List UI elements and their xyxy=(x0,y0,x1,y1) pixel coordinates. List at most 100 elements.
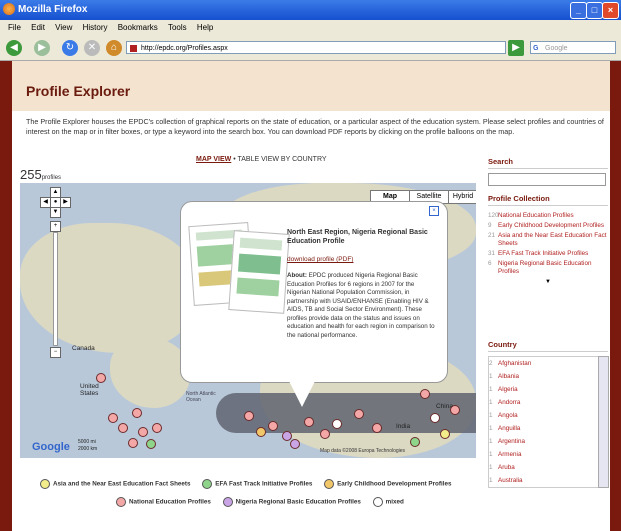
profile-pin[interactable] xyxy=(420,389,430,399)
country-item[interactable]: 1 Algeria xyxy=(489,383,599,396)
popup-close-icon[interactable]: × xyxy=(429,206,439,216)
maximize-icon[interactable]: □ xyxy=(586,2,603,19)
sidebar-search-input[interactable] xyxy=(488,173,606,186)
profile-pin[interactable] xyxy=(290,439,300,449)
legend-balloon-icon xyxy=(222,497,233,507)
map-legend: Asia and the Near East Education Fact Sh… xyxy=(26,479,610,519)
pan-right-icon[interactable]: ▶ xyxy=(60,197,71,208)
profile-pin[interactable] xyxy=(152,423,162,433)
profile-pin[interactable] xyxy=(268,421,278,431)
profile-pin[interactable] xyxy=(96,373,106,383)
window-title: Mozilla Firefox xyxy=(18,4,88,15)
url-bar[interactable]: http://epdc.org/Profiles.aspx xyxy=(126,41,506,54)
profile-pin[interactable] xyxy=(410,437,420,447)
tab-map-view[interactable]: MAP VIEW xyxy=(196,156,231,163)
country-list[interactable]: 2 Afghanistan 1 Albania 1 Algeria 1 Andorra … xyxy=(488,356,600,488)
scale-miles: 5000 mi xyxy=(78,439,96,445)
profile-pin[interactable] xyxy=(332,419,342,429)
stop-icon[interactable]: ✕ xyxy=(84,40,100,56)
country-item[interactable]: 1 Aruba xyxy=(489,461,599,474)
country-item[interactable]: 1 Andorra xyxy=(489,396,599,409)
country-scrollbar[interactable] xyxy=(598,356,609,488)
collection-item[interactable]: 31 EFA Fast Track Initiative Profiles xyxy=(488,250,608,258)
country-item[interactable]: 1 Argentina xyxy=(489,435,599,448)
legend-balloon-icon xyxy=(116,497,126,507)
download-profile-link[interactable]: download profile (PDF) xyxy=(287,256,353,263)
menu-edit[interactable]: Edit xyxy=(31,23,45,32)
profile-pin[interactable] xyxy=(118,423,128,433)
forward-icon[interactable]: ▶ xyxy=(34,40,50,56)
collection-list: 120 National Education Profiles 9 Early Ch… xyxy=(488,212,608,286)
popup-about: About: EPDC produced Nigeria Regional Ba… xyxy=(287,272,437,340)
country-item[interactable]: 1 Angola xyxy=(489,409,599,422)
home-icon[interactable]: ⌂ xyxy=(106,40,122,56)
minimize-icon[interactable]: _ xyxy=(570,2,587,19)
legend-label: mixed xyxy=(385,498,404,506)
legend-item: National Education Profiles xyxy=(116,497,211,507)
profile-pin[interactable] xyxy=(128,438,138,448)
close-icon[interactable]: × xyxy=(602,2,619,19)
profile-pin[interactable] xyxy=(146,439,156,449)
country-count: 1 xyxy=(489,373,493,380)
tab-table-view[interactable]: TABLE VIEW BY COUNTRY xyxy=(237,156,326,163)
legend-balloon-icon xyxy=(372,497,383,507)
country-item[interactable]: 1 Anguilla xyxy=(489,422,599,435)
profile-pin[interactable] xyxy=(320,429,330,439)
country-count: 1 xyxy=(489,451,493,458)
menu-help[interactable]: Help xyxy=(197,23,213,32)
collection-label: Asia and the Near East Education Fact Sh… xyxy=(498,232,607,247)
profile-pin[interactable] xyxy=(354,409,364,419)
collection-item[interactable]: 9 Early Childhood Development Profiles xyxy=(488,222,608,230)
profile-pin[interactable] xyxy=(304,417,314,427)
scale-km: 2000 km xyxy=(78,446,98,452)
profile-pin[interactable] xyxy=(450,405,460,415)
country-count: 1 xyxy=(489,399,493,406)
profile-count-number: 255 xyxy=(20,167,42,182)
collection-count: 31 xyxy=(488,250,496,257)
reload-icon[interactable]: ↻ xyxy=(62,40,78,56)
collection-label: Early Childhood Development Profiles xyxy=(498,222,605,229)
page-title: Profile Explorer xyxy=(26,83,131,99)
zoom-out-icon[interactable]: − xyxy=(50,347,61,358)
country-item[interactable]: 2 Afghanistan xyxy=(489,357,599,370)
menu-bookmarks[interactable]: Bookmarks xyxy=(118,23,158,32)
profile-pin[interactable] xyxy=(244,411,254,421)
zoom-slider[interactable] xyxy=(53,232,58,346)
label-india: India xyxy=(396,423,411,430)
menu-history[interactable]: History xyxy=(83,23,108,32)
go-icon[interactable]: ▶ xyxy=(508,40,524,56)
profile-pin[interactable] xyxy=(138,427,148,437)
collection-item[interactable]: 120 National Education Profiles xyxy=(488,212,608,220)
profile-pin[interactable] xyxy=(430,413,440,423)
popup-title: North East Region, Nigeria Regional Basi… xyxy=(287,229,428,245)
search-heading: Search xyxy=(488,157,608,169)
intro-text: The Profile Explorer houses the EPDC's c… xyxy=(26,117,604,136)
collection-item[interactable]: 21 Asia and the Near East Education Fact … xyxy=(488,232,608,248)
map-scale: 5000 mi 2000 km xyxy=(78,439,97,453)
country-label: Afghanistan xyxy=(498,360,532,367)
country-count: 2 xyxy=(489,360,493,367)
profile-pin[interactable] xyxy=(372,423,382,433)
map-view[interactable]: Map Satellite Hybrid ▲ ◀ ● ▶ ▼ + − Canad… xyxy=(20,183,476,458)
collection-more-icon[interactable]: ▼ xyxy=(488,278,608,286)
country-item[interactable]: 1 Albania xyxy=(489,370,599,383)
legend-item: Nigeria Regional Basic Education Profile… xyxy=(222,497,361,507)
search-input[interactable]: G Google xyxy=(530,41,616,54)
menu-view[interactable]: View xyxy=(55,23,72,32)
profile-thumbnail[interactable] xyxy=(228,230,290,314)
pan-down-icon[interactable]: ▼ xyxy=(50,207,61,218)
back-icon[interactable]: ◀ xyxy=(6,40,22,56)
menu-file[interactable]: File xyxy=(8,23,21,32)
legend-label: EFA Fast Track Initiative Profiles xyxy=(215,480,313,488)
collection-item[interactable]: 6 Nigeria Regional Basic Education Profil… xyxy=(488,260,608,276)
legend-balloon-icon xyxy=(202,479,213,489)
menu-tools[interactable]: Tools xyxy=(168,23,187,32)
profile-pin[interactable] xyxy=(440,429,450,439)
country-item[interactable]: 1 Armenia xyxy=(489,448,599,461)
profile-pin[interactable] xyxy=(108,413,118,423)
navigation-toolbar: ◀ ▶ ↻ ✕ ⌂ http://epdc.org/Profiles.aspx … xyxy=(0,36,621,61)
zoom-in-icon[interactable]: + xyxy=(50,221,61,232)
profile-pin[interactable] xyxy=(256,427,266,437)
profile-pin[interactable] xyxy=(132,408,142,418)
map-type-hybrid-button[interactable]: Hybrid xyxy=(448,190,476,204)
